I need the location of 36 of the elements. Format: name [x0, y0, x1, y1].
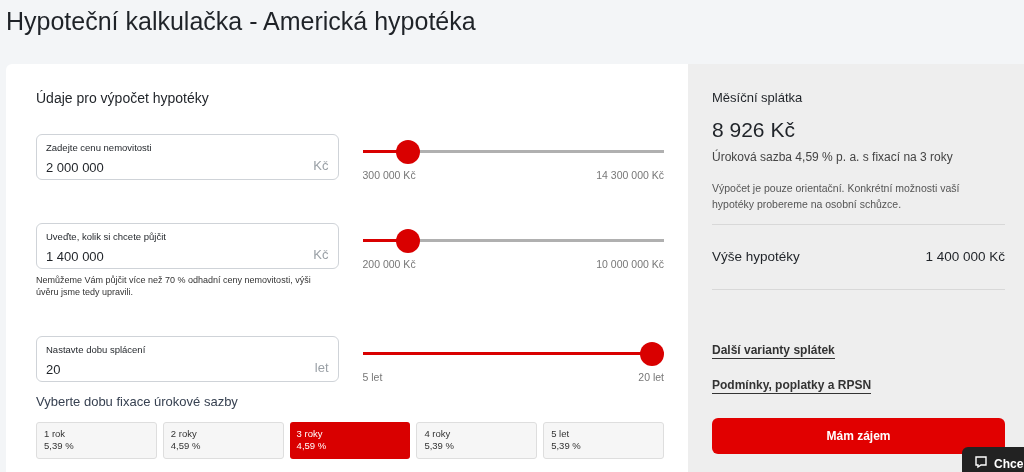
page-title: Hypoteční kalkulačka - Americká hypotéka	[5, 6, 477, 37]
fixation-option[interactable]: 3 roky 4,59 %	[289, 421, 411, 459]
fixation-option[interactable]: 1 rok 5,39 %	[36, 421, 157, 459]
monthly-payment: 8 926 Kč	[712, 117, 796, 142]
section-heading: Vyberte dobu fixace úrokové sazby	[36, 392, 239, 410]
loan-label: Výše hypotéky	[712, 247, 800, 266]
slider-thumb[interactable]	[395, 228, 420, 253]
input-field[interactable]: Nastavte dobu splácení 20 let	[36, 335, 339, 382]
input-field[interactable]: Zadejte cenu nemovitosti 2 000 000 Kč	[36, 134, 339, 180]
slider-max-label: 14 300 000 Kč	[596, 168, 664, 183]
slider-min-label: 200 000 Kč	[362, 256, 416, 272]
disclaimer-text: Výpočet je pouze orientační. Konkrétní možnosti vaší hypotéky probereme na osobní schůzce.	[712, 180, 1005, 225]
summary-label: Měsíční splátka	[712, 89, 804, 106]
link[interactable]: Podmínky, poplatky a RPSN	[712, 377, 872, 394]
slider-thumb[interactable]	[640, 341, 664, 366]
slider-max-label: 10 000 000 Kč	[596, 256, 664, 272]
note-text: Nemůžeme Vám půjčit více než 70 % odhadní ceny nemovitosti, výši úvěru jsme tedy upravili.	[36, 273, 312, 298]
slider-min-label: 300 000 Kč	[362, 168, 416, 183]
slider[interactable]	[362, 140, 664, 164]
fixation-option[interactable]: 2 roky 4,59 %	[162, 421, 284, 459]
section-heading: Údaje pro výpočet hypotéky	[36, 89, 210, 108]
interest-button[interactable]: Mám zájem	[712, 418, 1005, 454]
link[interactable]: Další varianty splátek	[712, 342, 835, 359]
chat-icon	[974, 455, 988, 469]
fixation-option[interactable]: 4 roky 5,39 %	[416, 421, 538, 459]
fixation-option[interactable]: 5 let 5,39 %	[543, 421, 664, 459]
input-field[interactable]: Uveďte, kolik si chcete půjčit 1 400 000 Kč	[36, 222, 339, 269]
slider-max-label: 20 let	[638, 369, 664, 385]
slider-thumb[interactable]	[395, 140, 420, 164]
rate-text: Úroková sazba 4,59 % p. a. s fixací na 3 roky	[712, 148, 954, 166]
loan-value: 1 400 000 Kč	[925, 247, 1005, 266]
chat-label: Chce	[994, 456, 1024, 472]
slider[interactable]	[362, 228, 664, 253]
slider-min-label: 5 let	[362, 369, 383, 385]
slider[interactable]	[362, 341, 664, 366]
chat-widget[interactable]: Chce	[962, 447, 1024, 472]
